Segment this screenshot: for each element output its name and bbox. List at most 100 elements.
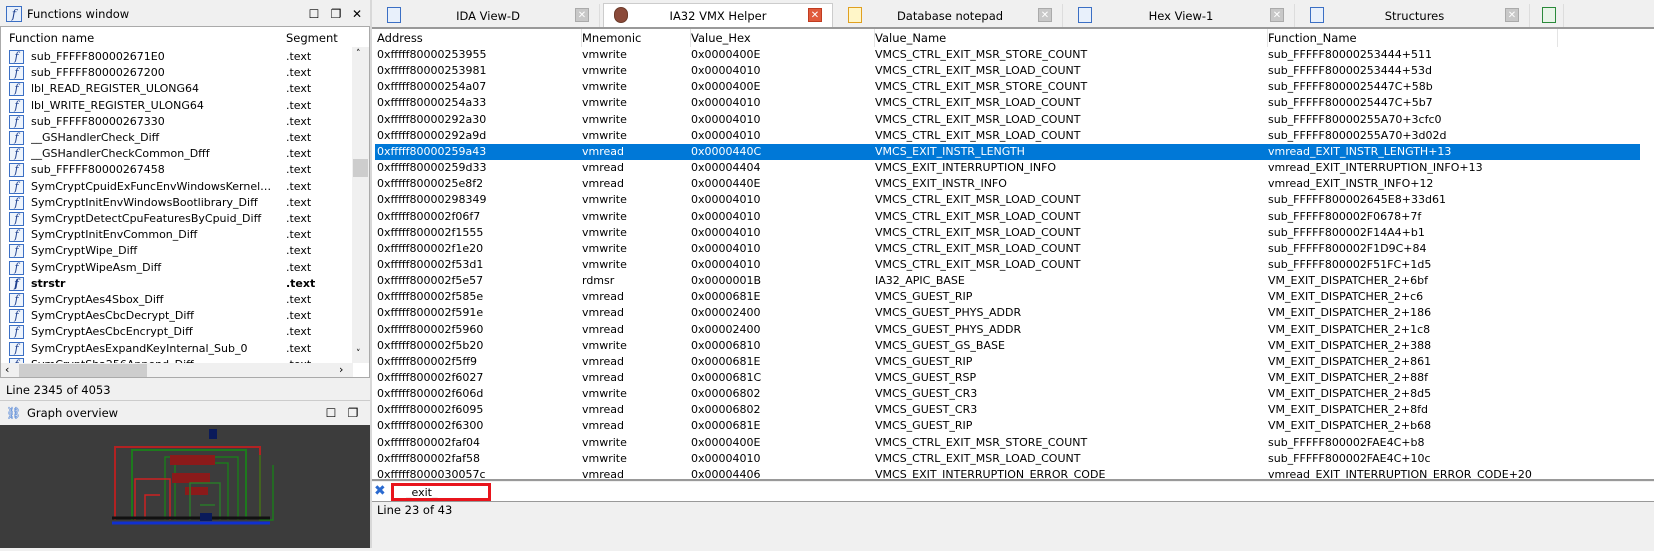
cell-address: 0xfffff80000254a33 <box>377 96 487 110</box>
table-row[interactable]: 0xfffff800002f6027 vmread 0x0000681C VMCS_G… <box>375 370 1640 386</box>
function-list-item[interactable]: f SymCryptInitEnvCommon_Diff .text <box>1 227 353 243</box>
table-row[interactable]: 0xfffff800002f591e vmread 0x00002400 VMCS_G… <box>375 305 1640 321</box>
function-list-item[interactable]: f SymCryptInitEnvWindowsBootlibrary_Diff.… <box>1 195 353 211</box>
cell-mnemonic: vmread <box>582 467 624 481</box>
close-tab-icon[interactable]: ✕ <box>575 8 589 22</box>
column-mnemonic[interactable]: Mnemonic <box>582 29 691 47</box>
cell-mnemonic: vmwrite <box>582 387 627 401</box>
cell-mnemonic: vmwrite <box>582 96 627 110</box>
function-list-item[interactable]: f __GSHandlerCheckCommon_Dfff .text <box>1 146 353 162</box>
function-segment: .text <box>286 309 312 323</box>
function-icon: f <box>9 50 24 64</box>
table-row[interactable]: 0xfffff800002f1e20 vmwrite 0x00004010 VMCS_… <box>375 241 1640 257</box>
tab-hex-view-1[interactable]: Hex View-1 ✕ <box>1068 4 1295 27</box>
function-list-item[interactable]: f sub_FFFFF80000267200 .text <box>1 65 353 81</box>
cell-value-name: VMCS_CTRL_EXIT_MSR_LOAD_COUNT <box>875 451 1081 465</box>
table-row[interactable]: 0xfffff80000253981 vmwrite 0x00004010 VMCS_… <box>375 63 1640 79</box>
cell-value-name: VMCS_CTRL_EXIT_MSR_LOAD_COUNT <box>875 193 1081 207</box>
function-list-item[interactable]: f SymCryptAesExpandKeyInternal_Sub_0 .text <box>1 341 353 357</box>
table-row[interactable]: 0xfffff80000254a33 vmwrite 0x00004010 VMCS_… <box>375 95 1640 111</box>
cell-value-hex: 0x0000681E <box>691 354 761 368</box>
table-row[interactable]: 0xfffff800002f06f7 vmwrite 0x00004010 VMCS_… <box>375 209 1640 225</box>
function-list-item[interactable]: f sub_FFFFF80000267330 .text <box>1 114 353 130</box>
horizontal-scrollbar[interactable]: ‹ › <box>1 363 353 377</box>
function-list-item[interactable]: f sub_FFFFF800002671E0 .text <box>1 49 353 65</box>
function-list-item[interactable]: f sub_FFFFF80000267458 .text <box>1 162 353 178</box>
function-list-item[interactable]: f strstr .text <box>1 276 353 292</box>
column-address[interactable]: Address <box>377 29 582 47</box>
maximize-icon[interactable]: ☐ <box>323 405 339 421</box>
function-list-item[interactable]: f SymCryptAesCbcDecrypt_Diff .text <box>1 308 353 324</box>
functions-list[interactable]: Function name Segment f sub_FFFFF80000267… <box>0 26 370 378</box>
column-value-name[interactable]: Value_Name <box>875 29 1268 47</box>
close-tab-icon[interactable]: ✕ <box>1038 8 1052 22</box>
table-row[interactable]: 0xfffff80000253955 vmwrite 0x0000400E VMCS_… <box>375 47 1640 63</box>
function-list-item[interactable]: f SymCryptAes4Sbox_Diff .text <box>1 292 353 308</box>
function-list-item[interactable]: f SymCryptAesCbcEncrypt_Diff .text <box>1 324 353 340</box>
table-row[interactable]: 0xfffff800002f6300 vmread 0x0000681E VMCS_G… <box>375 418 1640 434</box>
hscroll-thumb[interactable] <box>19 364 147 377</box>
function-list-item[interactable]: f __GSHandlerCheck_Diff .text <box>1 130 353 146</box>
table-row[interactable]: 0xfffff8000030057c vmread 0x00004406 VMCS_E… <box>375 467 1640 481</box>
table-row[interactable]: 0xfffff800002f585e vmread 0x0000681E VMCS_G… <box>375 289 1640 305</box>
column-segment[interactable]: Segment <box>286 31 338 45</box>
cell-function-name: VM_EXIT_DISPATCHER_2+861 <box>1268 354 1432 368</box>
close-tab-icon[interactable]: ✕ <box>1505 8 1519 22</box>
cell-function-name: VM_EXIT_DISPATCHER_2+c6 <box>1268 290 1424 304</box>
table-row[interactable]: 0xfffff80000259d33 vmread 0x00004404 VMCS_E… <box>375 160 1640 176</box>
table-row[interactable]: 0xfffff80000259a43 vmread 0x0000440C VMCS_E… <box>375 143 1640 160</box>
table-row[interactable]: 0xfffff800002f53d1 vmwrite 0x00004010 VMCS_… <box>375 257 1640 273</box>
tab-database-notepad[interactable]: Database notepad ✕ <box>838 4 1063 27</box>
table-row[interactable]: 0xfffff800002f5960 vmread 0x00002400 VMCS_G… <box>375 322 1640 338</box>
table-row[interactable]: 0xfffff80000254a07 vmwrite 0x0000400E VMCS_… <box>375 79 1640 95</box>
vertical-scrollbar[interactable]: ˄ ˅ <box>352 47 369 363</box>
function-segment: .text <box>286 114 312 128</box>
restore-icon[interactable]: ❐ <box>345 405 361 421</box>
table-row[interactable]: 0xfffff800002f5ff9 vmread 0x0000681E VMCS_G… <box>375 354 1640 370</box>
table-row[interactable]: 0xfffff800002f5b20 vmwrite 0x00006810 VMCS_… <box>375 338 1640 354</box>
function-list-item[interactable]: f lbl_WRITE_REGISTER_ULONG64 .text <box>1 98 353 114</box>
tab-ida-view-d[interactable]: IDA View-D ✕ <box>377 4 600 27</box>
table-row[interactable]: 0xfffff800002f6095 vmread 0x00006802 VMCS_G… <box>375 402 1640 418</box>
function-list-item[interactable]: f SymCryptCpuidExFuncEnvWindowsKernelmode… <box>1 179 353 195</box>
close-tab-icon[interactable]: ✕ <box>1270 8 1284 22</box>
tab-structures[interactable]: Structures ✕ <box>1300 4 1530 27</box>
scroll-up-icon[interactable]: ˄ <box>356 49 361 59</box>
close-icon[interactable]: ✕ <box>349 6 365 22</box>
cell-mnemonic: vmread <box>582 322 624 336</box>
graph-overview-title: Graph overview <box>27 406 119 420</box>
scroll-thumb[interactable] <box>353 159 368 177</box>
column-function-name[interactable]: Function_Name <box>1268 29 1558 47</box>
table-row[interactable]: 0xfffff80000292a9d vmwrite 0x00004010 VMCS_… <box>375 128 1640 144</box>
function-name: sub_FFFFF800002671E0 <box>31 50 165 63</box>
function-list-item[interactable]: f SymCryptWipe_Diff .text <box>1 243 353 259</box>
tab-more[interactable] <box>1534 4 1564 27</box>
function-name: sub_FFFFF80000267330 <box>31 114 165 128</box>
table-row[interactable]: 0xfffff800002faf58 vmwrite 0x00004010 VMCS_… <box>375 451 1640 467</box>
tab-ia32-vmx-helper[interactable]: IA32 VMX Helper ✕ <box>603 3 833 28</box>
table-row[interactable]: 0xfffff8000025e8f2 vmread 0x0000440E VMCS_E… <box>375 176 1640 192</box>
function-icon: f <box>9 325 24 340</box>
table-row[interactable]: 0xfffff800002f1555 vmwrite 0x00004010 VMCS_… <box>375 225 1640 241</box>
scroll-down-icon[interactable]: ˅ <box>356 349 361 359</box>
search-input[interactable] <box>391 483 491 501</box>
vmx-helper-table[interactable]: Address Mnemonic Value_Hex Value_Name Fu… <box>372 27 1654 481</box>
close-tab-icon[interactable]: ✕ <box>808 8 822 22</box>
table-row[interactable]: 0xfffff80000298349 vmwrite 0x00004010 VMCS_… <box>375 192 1640 208</box>
table-row[interactable]: 0xfffff800002f5e57 rdmsr 0x0000001B IA32_AP… <box>375 273 1640 289</box>
table-row[interactable]: 0xfffff800002faf04 vmwrite 0x0000400E VMCS_… <box>375 435 1640 451</box>
restore-icon[interactable]: ❐ <box>328 6 344 22</box>
maximize-icon[interactable]: ☐ <box>306 6 322 22</box>
scroll-right-icon[interactable]: › <box>339 363 343 376</box>
function-icon: f <box>9 98 24 113</box>
function-list-item[interactable]: f SymCryptWipeAsm_Diff .text <box>1 260 353 276</box>
function-list-item[interactable]: f lbl_READ_REGISTER_ULONG64 .text <box>1 81 353 97</box>
table-row[interactable]: 0xfffff80000292a30 vmwrite 0x00004010 VMCS_… <box>375 112 1640 128</box>
function-list-item[interactable]: f SymCryptDetectCpuFeaturesByCpuid_Diff .t… <box>1 211 353 227</box>
clear-search-icon[interactable]: ✖ <box>374 483 386 499</box>
column-function-name[interactable]: Function name <box>9 31 94 45</box>
graph-overview-canvas[interactable] <box>0 425 370 548</box>
scroll-left-icon[interactable]: ‹ <box>5 363 9 376</box>
table-row[interactable]: 0xfffff800002f606d vmwrite 0x00006802 VMCS_… <box>375 386 1640 402</box>
column-value-hex[interactable]: Value_Hex <box>691 29 875 47</box>
